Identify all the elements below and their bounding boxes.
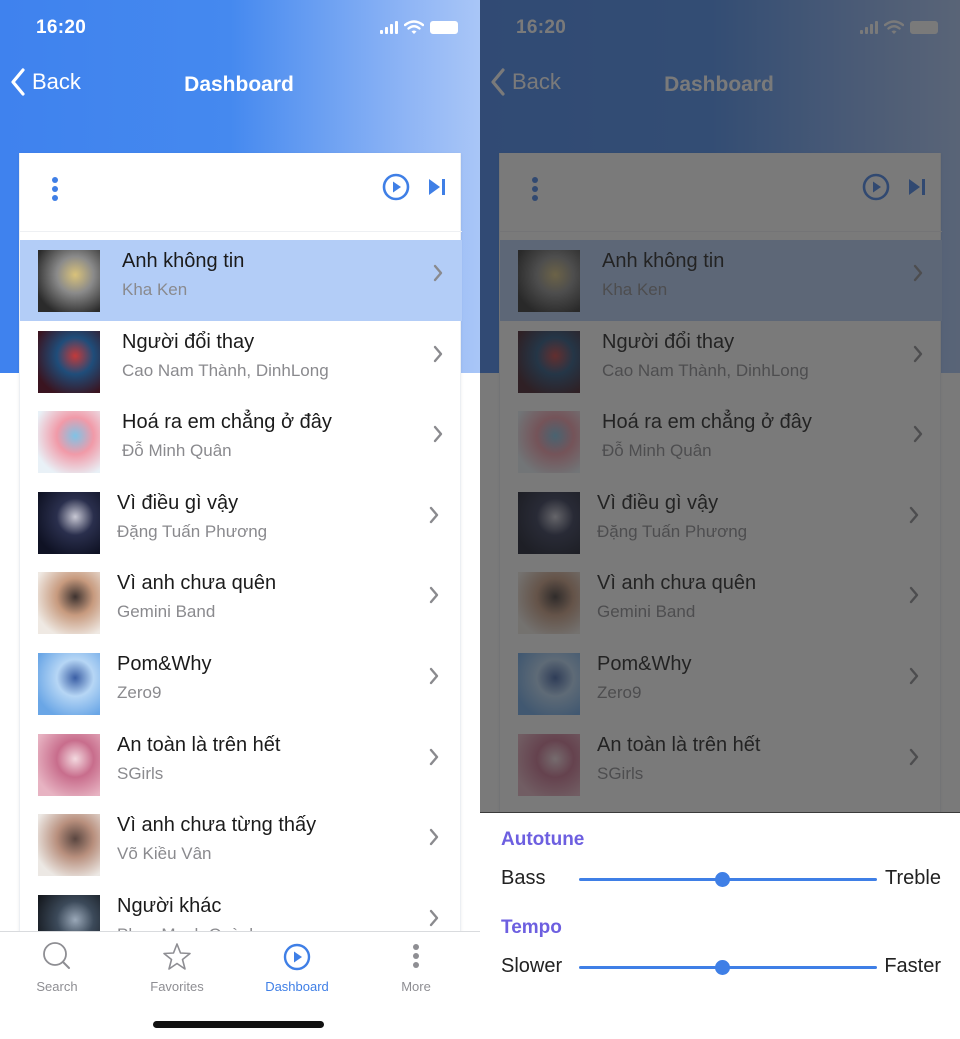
autotune-slider[interactable] xyxy=(579,872,877,887)
album-art xyxy=(38,250,100,312)
player-controls xyxy=(20,153,462,231)
song-artist: SGirls xyxy=(117,763,164,783)
chevron-right-icon xyxy=(429,909,439,926)
song-list: Anh không tin Kha Ken Người đổi thay Cao Na… xyxy=(20,240,462,965)
song-title: Người đổi thay xyxy=(122,330,255,353)
tempo-slider-row: Slower Faster xyxy=(501,953,941,981)
autotune-slider-row: Bass Treble xyxy=(501,865,941,893)
star-icon xyxy=(163,943,191,970)
tab-more[interactable]: More xyxy=(366,940,466,994)
tab-search[interactable]: Search xyxy=(7,940,107,994)
play-circle-icon xyxy=(283,943,311,971)
phone-screen-list: 16:20 Back Dashboard Anh không tin Kha K… xyxy=(0,0,480,1039)
song-row[interactable]: Pom&Why Zero9 xyxy=(20,643,462,724)
divider xyxy=(20,231,462,232)
song-title: An toàn là trên hết xyxy=(117,733,281,756)
tab-label: Dashboard xyxy=(265,979,329,994)
album-art xyxy=(38,814,100,877)
song-title: Vì điều gì vậy xyxy=(117,491,239,514)
slider-min-label: Slower xyxy=(501,955,563,977)
chevron-right-icon xyxy=(429,667,439,685)
song-artist: Kha Ken xyxy=(122,280,188,299)
status-bar: 16:20 xyxy=(0,0,480,56)
tab-favorites[interactable]: Favorites xyxy=(127,940,227,994)
song-row[interactable]: An toàn là trên hết SGirls xyxy=(20,724,462,805)
signal-icon xyxy=(380,21,398,34)
song-artist: Đỗ Minh Quân xyxy=(122,441,232,461)
chevron-right-icon xyxy=(433,345,443,362)
song-row[interactable]: Vì anh chưa từng thấy Võ Kiều Vân xyxy=(20,804,462,885)
song-artist: Đặng Tuấn Phương xyxy=(117,521,268,541)
slider-max-label: Treble xyxy=(885,867,941,889)
song-row[interactable]: Vì điều gì vậy Đặng Tuấn Phương xyxy=(20,482,462,563)
search-icon xyxy=(43,942,70,969)
chevron-right-icon xyxy=(433,425,443,443)
slider-thumb[interactable] xyxy=(715,872,731,887)
album-art xyxy=(38,652,100,715)
song-row[interactable]: Người đổi thay Cao Nam Thành, DinhLong xyxy=(20,321,462,402)
album-art xyxy=(38,572,100,635)
kebab-vertical-icon xyxy=(413,944,419,968)
chevron-right-icon xyxy=(429,828,439,846)
status-icons xyxy=(380,20,458,35)
tab-label: Search xyxy=(36,979,78,994)
tab-label: Favorites xyxy=(150,979,204,994)
wifi-icon xyxy=(404,20,424,34)
tab-label: More xyxy=(401,979,431,994)
audio-settings-sheet: Autotune Bass Treble Tempo Slower Faster xyxy=(480,813,960,1039)
chevron-right-icon xyxy=(429,506,439,523)
song-title: Pom&Why xyxy=(117,652,212,675)
home-indicator[interactable] xyxy=(153,1021,324,1028)
song-row[interactable]: Hoá ra em chẳng ở đây Đỗ Minh Quân xyxy=(20,401,462,482)
slider-thumb[interactable] xyxy=(715,960,731,975)
modal-backdrop[interactable] xyxy=(480,0,960,813)
album-art xyxy=(38,733,100,796)
song-title: Người khác xyxy=(117,894,222,917)
autotune-heading: Autotune xyxy=(501,829,585,850)
tempo-heading: Tempo xyxy=(501,917,562,938)
chevron-right-icon xyxy=(429,587,439,604)
chevron-right-icon xyxy=(433,264,443,282)
phone-screen-audio-settings: 16:20 Back Dashboard xyxy=(480,0,960,1039)
skip-next-icon[interactable] xyxy=(427,177,447,197)
chevron-right-icon xyxy=(429,748,439,765)
song-title: Vì anh chưa từng thấy xyxy=(117,814,317,837)
song-row[interactable]: Anh không tin Kha Ken xyxy=(20,240,462,321)
tempo-slider[interactable] xyxy=(579,960,877,975)
song-title: Vì anh chưa quên xyxy=(117,572,277,595)
page-title: Dashboard xyxy=(184,73,294,96)
song-title: Anh không tin xyxy=(122,250,245,272)
song-row[interactable]: Vì anh chưa quên Gemini Band xyxy=(20,562,462,643)
album-art xyxy=(38,491,100,554)
slider-min-label: Bass xyxy=(501,867,546,889)
navigation-bar: Back Dashboard xyxy=(0,60,480,110)
tab-dashboard[interactable]: Dashboard xyxy=(247,940,347,994)
song-artist: Zero9 xyxy=(117,682,162,702)
album-art xyxy=(38,330,100,393)
song-artist: Gemini Band xyxy=(117,602,216,622)
song-artist: Võ Kiều Vân xyxy=(117,844,212,864)
kebab-vertical-icon[interactable] xyxy=(48,177,62,201)
song-title: Hoá ra em chẳng ở đây xyxy=(122,411,332,434)
battery-icon xyxy=(430,21,458,34)
status-time: 16:20 xyxy=(36,17,87,38)
playlist-card: Anh không tin Kha Ken Người đổi thay Cao Na… xyxy=(19,153,462,957)
album-art xyxy=(38,411,100,474)
slider-max-label: Faster xyxy=(884,955,941,977)
song-artist: Cao Nam Thành, DinhLong xyxy=(122,360,329,380)
play-circle-icon[interactable] xyxy=(382,173,410,201)
